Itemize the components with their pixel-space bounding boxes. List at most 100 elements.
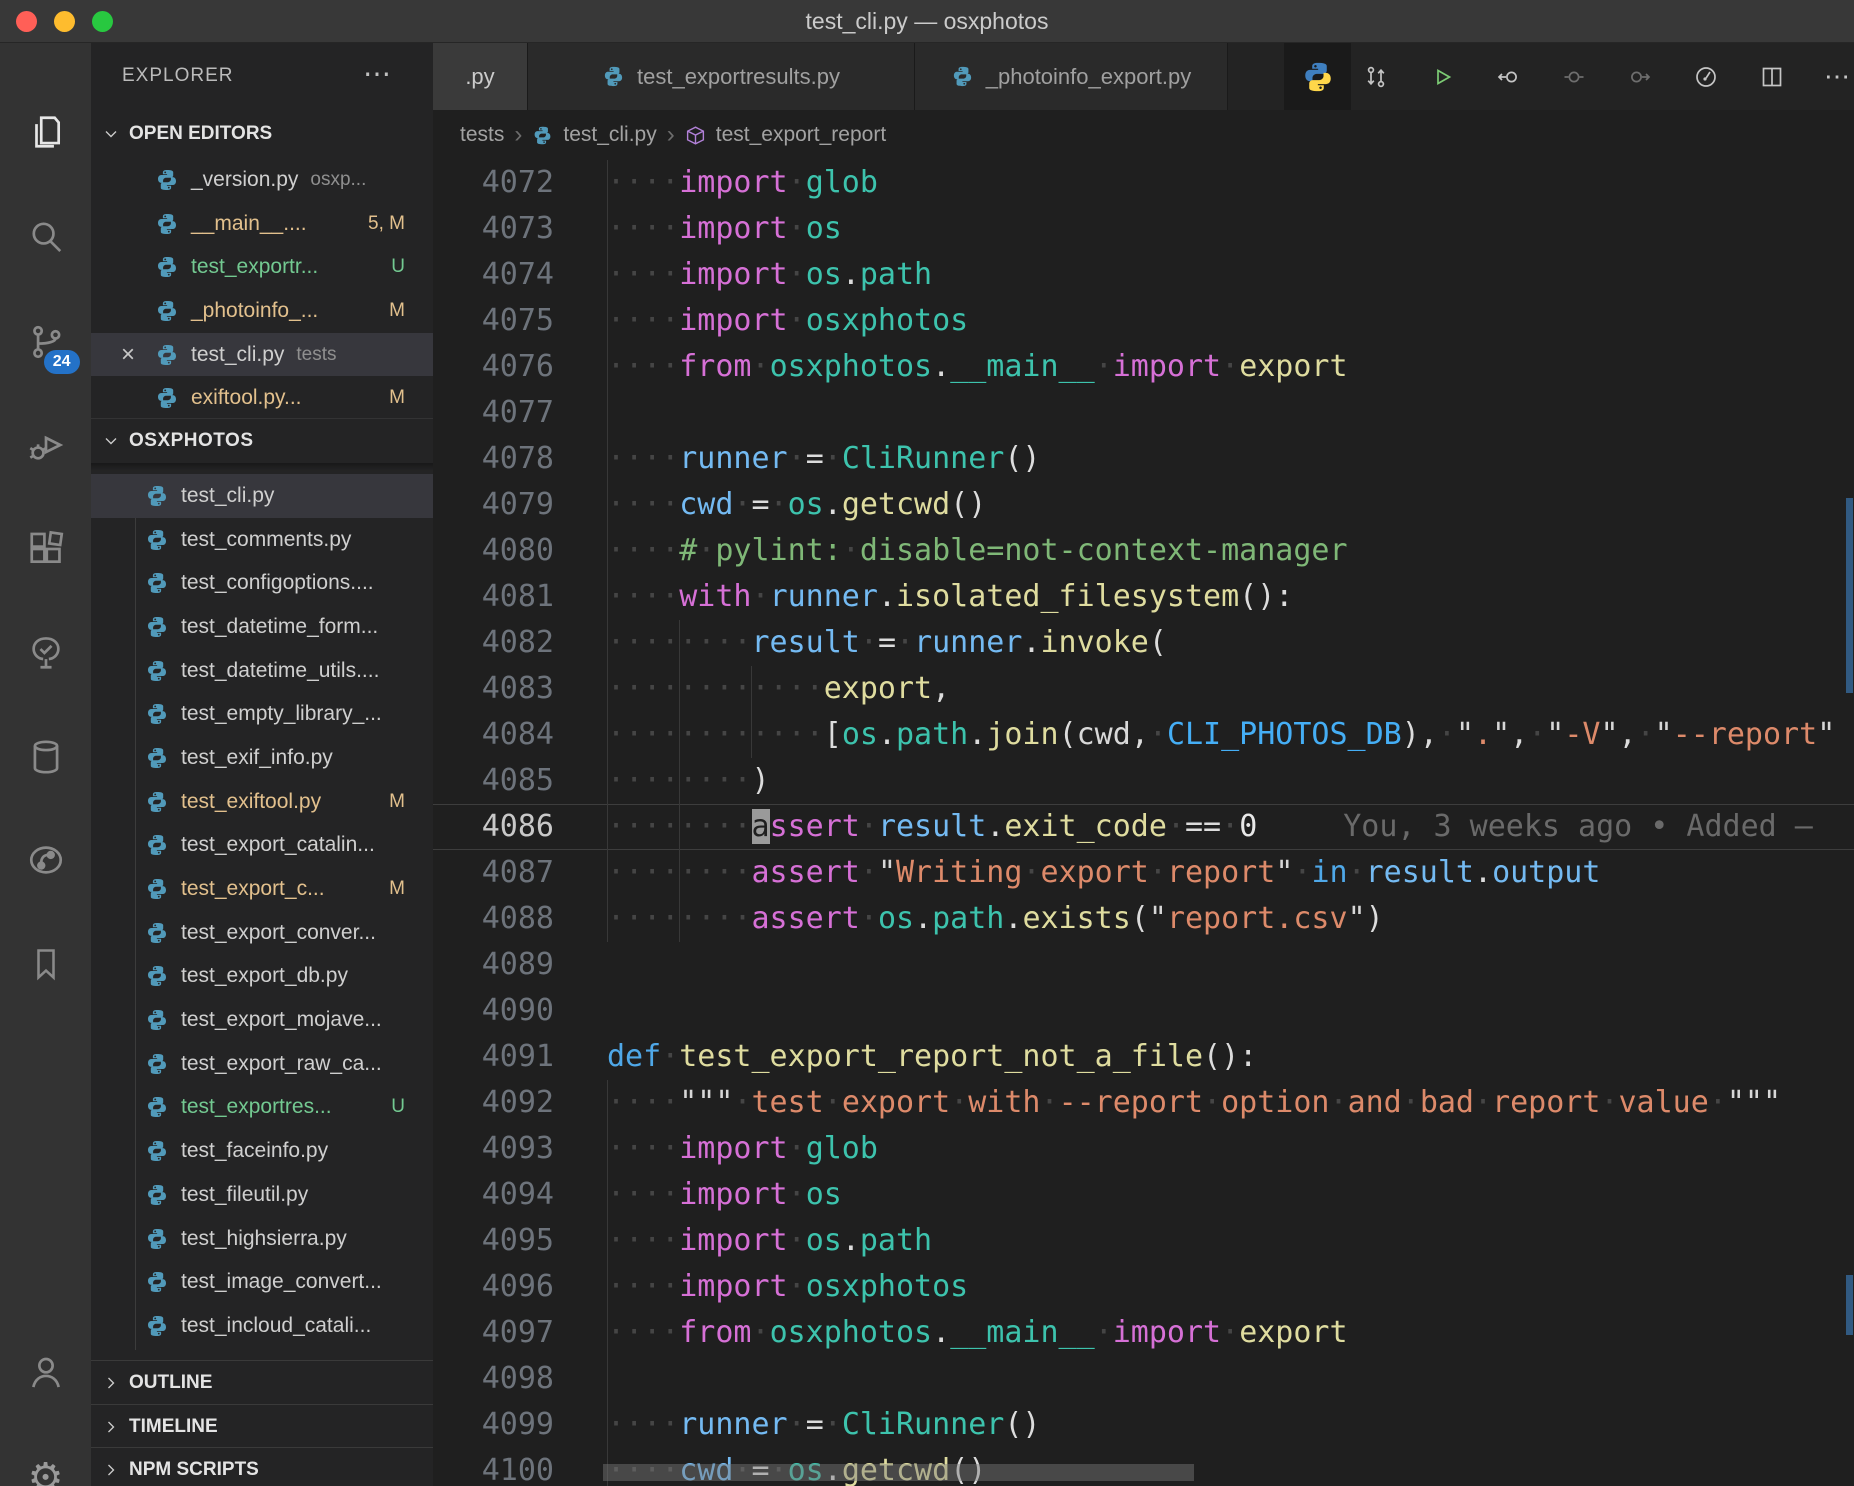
file-tree-item[interactable]: test_export_mojave... <box>91 998 433 1042</box>
code-line[interactable]: 4093····import·glob <box>433 1126 1854 1172</box>
editor-tab[interactable]: test_exportresults.py <box>528 43 915 110</box>
indent-guide <box>607 850 608 896</box>
open-editor-item[interactable]: exiftool.py...M <box>91 376 433 420</box>
python-interpreter-button[interactable] <box>1284 43 1351 110</box>
open-editor-item[interactable]: _version.pyosxp... <box>91 158 433 202</box>
file-tree-item[interactable]: test_export_raw_ca... <box>91 1042 433 1086</box>
code-line[interactable]: 4087········assert·"Writing·export·repor… <box>433 850 1854 896</box>
file-tree-item[interactable]: test_cli.py <box>91 474 433 518</box>
bookmark-icon[interactable] <box>24 942 68 986</box>
file-tree-item[interactable]: test_incloud_catali... <box>91 1304 433 1348</box>
step-out-icon[interactable] <box>1628 65 1652 89</box>
editor-actions-toolbar: ⋯ <box>1364 43 1850 110</box>
run-python-file-icon[interactable] <box>1430 65 1454 89</box>
extensions-icon[interactable] <box>24 527 68 571</box>
open-editor-item[interactable]: × test_cli.pytests <box>91 333 433 377</box>
code-editor[interactable]: 4072····import·glob4073····import·os4074… <box>433 160 1854 1486</box>
code-line[interactable]: 4089 <box>433 942 1854 988</box>
more-actions-icon[interactable]: ⋯ <box>1826 65 1850 89</box>
file-tree-item[interactable]: test_image_convert... <box>91 1260 433 1304</box>
line-number: 4074 <box>433 252 607 298</box>
code-line[interactable]: 4091def·test_export_report_not_a_file(): <box>433 1034 1854 1080</box>
vscode-window: { "window": { "title": "test_cli.py — os… <box>0 0 1854 1486</box>
code-line[interactable]: 4081····with·runner.isolated_filesystem(… <box>433 574 1854 620</box>
file-tree-item[interactable]: test_configoptions.... <box>91 561 433 605</box>
split-editor-icon[interactable] <box>1760 65 1784 89</box>
line-number: 4086 <box>433 804 607 850</box>
editor-tab[interactable]: _photoinfo_export.py <box>915 43 1228 110</box>
search-icon[interactable] <box>24 214 68 258</box>
line-number: 4075 <box>433 298 607 344</box>
file-tree-item[interactable]: test_export_conver... <box>91 911 433 955</box>
line-number: 4099 <box>433 1402 607 1448</box>
code-line-current[interactable]: 4086········assert·result.exit_code·==·0… <box>433 804 1854 850</box>
code-line[interactable]: 4073····import·os <box>433 206 1854 252</box>
database-icon[interactable] <box>24 735 68 779</box>
code-line[interactable]: 4099····runner·=·CliRunner() <box>433 1402 1854 1448</box>
code-line[interactable]: 4078····runner·=·CliRunner() <box>433 436 1854 482</box>
code-line[interactable]: 4088········assert·os.path.exists("repor… <box>433 896 1854 942</box>
code-line[interactable]: 4095····import·os.path <box>433 1218 1854 1264</box>
file-tree-item[interactable]: test_datetime_form... <box>91 605 433 649</box>
file-tree-item[interactable]: test_empty_library_... <box>91 692 433 736</box>
code-line[interactable]: 4077 <box>433 390 1854 436</box>
code-line[interactable]: 4090 <box>433 988 1854 1034</box>
breadcrumb-item[interactable]: test_cli.py <box>563 123 656 147</box>
code-line[interactable]: 4074····import·os.path <box>433 252 1854 298</box>
file-name: test_export_raw_ca... <box>181 1052 382 1076</box>
explorer-icon[interactable] <box>24 110 68 154</box>
file-tree-item[interactable]: test_faceinfo.py <box>91 1129 433 1173</box>
code-line[interactable]: 4075····import·osxphotos <box>433 298 1854 344</box>
file-tree-item[interactable]: test_fileutil.py <box>91 1173 433 1217</box>
code-line[interactable]: 4076····from·osxphotos.__main__·import·e… <box>433 344 1854 390</box>
run-debug-icon[interactable] <box>24 423 68 467</box>
outline-section-header[interactable]: OUTLINE <box>91 1360 433 1404</box>
compare-changes-icon[interactable] <box>1364 65 1388 89</box>
open-editor-item[interactable]: _photoinfo_...M <box>91 289 433 333</box>
file-tree-item[interactable]: test_datetime_utils.... <box>91 649 433 693</box>
python-file-icon <box>145 964 169 988</box>
code-line[interactable]: 4083············export, <box>433 666 1854 712</box>
step-back-icon[interactable] <box>1496 65 1520 89</box>
step-over-icon[interactable] <box>1562 65 1586 89</box>
code-line[interactable]: 4079····cwd·=·os.getcwd() <box>433 482 1854 528</box>
code-line[interactable]: 4094····import·os <box>433 1172 1854 1218</box>
code-line[interactable]: 4084············[os.path.join(cwd,·CLI_P… <box>433 712 1854 758</box>
git-graph-circle-icon[interactable] <box>24 838 68 882</box>
code-line[interactable]: 4098 <box>433 1356 1854 1402</box>
file-tree-item[interactable]: test_export_catalin... <box>91 824 433 868</box>
source-control-icon[interactable]: 24 <box>24 320 68 364</box>
python-file-icon <box>145 1052 169 1076</box>
code-line[interactable]: 4096····import·osxphotos <box>433 1264 1854 1310</box>
npm-scripts-section-header[interactable]: NPM SCRIPTS <box>91 1447 433 1486</box>
code-line[interactable]: 4080····#·pylint:·disable=not-context-ma… <box>433 528 1854 574</box>
folder-section-header[interactable]: OSXPHOTOS <box>91 418 433 462</box>
close-editor-icon[interactable]: × <box>121 341 135 369</box>
open-editor-item[interactable]: __main__....5, M <box>91 202 433 246</box>
file-tree-item[interactable]: test_highsierra.py <box>91 1217 433 1261</box>
file-tree-item[interactable]: test_exif_info.py <box>91 736 433 780</box>
open-editors-section-header[interactable]: OPEN EDITORS <box>91 112 433 156</box>
open-editor-item[interactable]: test_exportr...U <box>91 245 433 289</box>
breadcrumb-item[interactable]: tests <box>460 123 504 147</box>
file-tree-item[interactable]: test_exiftool.pyM <box>91 780 433 824</box>
sidebar-more-actions-icon[interactable]: ⋯ <box>363 57 391 90</box>
account-icon[interactable] <box>24 1350 68 1394</box>
code-line[interactable]: 4072····import·glob <box>433 160 1854 206</box>
file-tree-item[interactable]: test_export_db.py <box>91 955 433 999</box>
open-editor-label: exiftool.py... <box>191 386 302 410</box>
settings-gear-icon[interactable]: ⚙ <box>24 1456 68 1486</box>
code-line[interactable]: 4085········) <box>433 758 1854 804</box>
file-tree-item[interactable]: test_exportres...U <box>91 1086 433 1130</box>
horizontal-scrollbar[interactable] <box>603 1464 1194 1481</box>
file-tree-item[interactable]: test_export_c...M <box>91 867 433 911</box>
breadcrumb-item[interactable]: test_export_report <box>716 123 886 147</box>
tree-check-extension-icon[interactable] <box>24 631 68 675</box>
code-line[interactable]: 4092····"""·test·export·with·--report·op… <box>433 1080 1854 1126</box>
code-line[interactable]: 4097····from·osxphotos.__main__·import·e… <box>433 1310 1854 1356</box>
file-tree-item[interactable]: test_comments.py <box>91 518 433 562</box>
editor-tab[interactable]: .py <box>433 43 528 110</box>
profile-gauge-icon[interactable] <box>1694 65 1718 89</box>
timeline-section-header[interactable]: TIMELINE <box>91 1404 433 1448</box>
code-line[interactable]: 4082········result·=·runner.invoke( <box>433 620 1854 666</box>
